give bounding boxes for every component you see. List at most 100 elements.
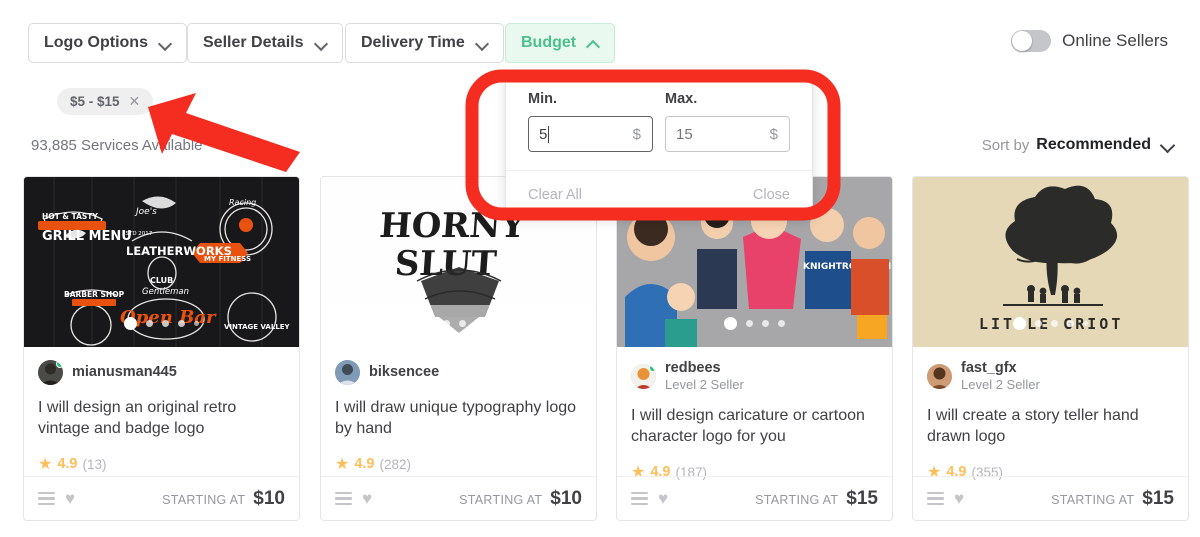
- starting-at-label: STARTING AT: [1051, 492, 1135, 507]
- svg-text:Joe's: Joe's: [134, 207, 157, 217]
- seller-name: mianusman445: [72, 364, 177, 381]
- carousel-dot-active[interactable]: [421, 317, 434, 330]
- gig-body: mianusman445 I will design an original r…: [24, 347, 299, 474]
- gig-thumbnail[interactable]: HOT & TASTY GRILL MENU Joe's LEATHERWORK…: [24, 177, 299, 347]
- rating-value: 4.9: [57, 456, 78, 473]
- online-status-dot: [56, 360, 63, 368]
- toggle-track[interactable]: [1011, 30, 1052, 52]
- currency-symbol: $: [769, 125, 778, 143]
- sort-by-value: Recommended: [1036, 136, 1151, 153]
- gig-rating: ★ 4.9 (282): [335, 454, 582, 474]
- carousel-dot[interactable]: [746, 320, 753, 327]
- seller-row[interactable]: mianusman445: [38, 360, 285, 385]
- toggle-knob: [1012, 31, 1033, 51]
- budget-max-label: Max.: [665, 91, 698, 107]
- applied-filter-chip-budget[interactable]: $5 - $15 ✕: [57, 88, 154, 115]
- gig-title[interactable]: I will draw unique typography logo by ha…: [335, 397, 582, 439]
- heart-icon[interactable]: ♥: [362, 490, 372, 507]
- svg-text:BARBER SHOP: BARBER SHOP: [64, 290, 125, 299]
- collect-list-icon[interactable]: [38, 492, 55, 505]
- seller-name: biksencee: [369, 364, 440, 381]
- carousel-dot-active[interactable]: [724, 317, 737, 330]
- carousel-dot[interactable]: [194, 321, 199, 326]
- collect-list-icon[interactable]: [631, 492, 648, 505]
- heart-icon[interactable]: ♥: [954, 490, 964, 507]
- svg-text:ESTD 2017: ESTD 2017: [122, 231, 153, 237]
- gig-rating: ★ 4.9 (13): [38, 454, 285, 474]
- budget-min-input[interactable]: 5 $: [528, 116, 653, 152]
- filter-budget-button[interactable]: Budget: [505, 23, 616, 63]
- seller-row[interactable]: redbees Level 2 Seller: [631, 360, 878, 393]
- gig-footer: ♥ STARTING AT $15: [913, 476, 1188, 520]
- svg-text:CLUB: CLUB: [150, 276, 173, 285]
- carousel-dot[interactable]: [146, 320, 153, 327]
- collect-list-icon[interactable]: [927, 492, 944, 505]
- avatar: [927, 363, 952, 389]
- filter-seller-details-button[interactable]: Seller Details: [187, 23, 343, 63]
- carousel-dots[interactable]: [24, 317, 299, 330]
- gig-card[interactable]: HOT & TASTY GRILL MENU Joe's LEATHERWORK…: [23, 176, 300, 521]
- carousel-dot[interactable]: [178, 320, 185, 327]
- carousel-dot[interactable]: [459, 320, 466, 327]
- carousel-dots[interactable]: [617, 317, 892, 330]
- gig-title[interactable]: I will design an original retro vintage …: [38, 397, 285, 439]
- online-sellers-toggle[interactable]: Online Sellers: [1011, 30, 1168, 52]
- filter-logo-options-button[interactable]: Logo Options: [28, 23, 187, 63]
- svg-text:HOT & TASTY: HOT & TASTY: [42, 212, 98, 221]
- carousel-dot[interactable]: [1051, 320, 1058, 327]
- starting-at-label: STARTING AT: [459, 492, 543, 507]
- filter-delivery-time-button[interactable]: Delivery Time: [345, 23, 504, 63]
- gig-card[interactable]: KNIGHTROSTEAM redbees Level 2 Seller I w…: [616, 176, 893, 521]
- heart-icon[interactable]: ♥: [658, 490, 668, 507]
- carousel-dots[interactable]: [321, 317, 596, 330]
- gig-thumbnail[interactable]: LITTLE GRIOT: [913, 177, 1188, 347]
- close-button[interactable]: Close: [753, 187, 790, 203]
- gig-price: $10: [550, 487, 582, 509]
- budget-min-label: Min.: [528, 91, 557, 107]
- budget-max-field: Max. 15 $: [665, 91, 790, 152]
- carousel-dot[interactable]: [1083, 321, 1088, 326]
- gig-card[interactable]: HORNY SLUT biksencee I will draw unique …: [320, 176, 597, 521]
- svg-text:Gentleman: Gentleman: [142, 287, 189, 297]
- budget-max-value: 15: [676, 125, 693, 143]
- collect-list-icon[interactable]: [335, 492, 352, 505]
- gig-card[interactable]: LITTLE GRIOT fast_gfx Lev: [912, 176, 1189, 521]
- gig-body: biksencee I will draw unique typography …: [321, 347, 596, 474]
- carousel-dot[interactable]: [443, 320, 450, 327]
- gig-price: $10: [253, 487, 285, 509]
- carousel-dot-active[interactable]: [124, 317, 137, 330]
- budget-min-value: 5: [539, 125, 548, 143]
- seller-row[interactable]: fast_gfx Level 2 Seller: [927, 360, 1174, 393]
- starting-at-label: STARTING AT: [755, 492, 839, 507]
- budget-max-input[interactable]: 15 $: [665, 116, 790, 152]
- rating-count: (282): [379, 456, 412, 472]
- chevron-down-icon: [316, 38, 327, 49]
- budget-dropdown-panel[interactable]: Min. 5 $ Max. 15 $ Clear All Close: [505, 74, 813, 219]
- star-icon: ★: [38, 456, 53, 474]
- sort-by-control[interactable]: Sort by Recommended: [982, 136, 1174, 154]
- carousel-dot[interactable]: [778, 320, 785, 327]
- carousel-dot[interactable]: [162, 320, 169, 327]
- carousel-dot[interactable]: [1067, 320, 1074, 327]
- carousel-dot[interactable]: [762, 320, 769, 327]
- online-status-dot: [649, 363, 656, 372]
- gig-body: fast_gfx Level 2 Seller I will create a …: [913, 347, 1188, 482]
- filter-button-label: Logo Options: [44, 34, 148, 51]
- carousel-dot[interactable]: [1035, 320, 1042, 327]
- seller-level: Level 2 Seller: [665, 376, 744, 392]
- chevron-up-icon: [588, 38, 599, 49]
- seller-row[interactable]: biksencee: [335, 360, 582, 385]
- seller-level: Level 2 Seller: [961, 376, 1040, 392]
- clear-all-button[interactable]: Clear All: [528, 187, 582, 203]
- budget-dropdown-footer: Clear All Close: [506, 170, 812, 218]
- carousel-dot[interactable]: [491, 321, 496, 326]
- carousel-dot-active[interactable]: [1013, 317, 1026, 330]
- carousel-dots[interactable]: [913, 317, 1188, 330]
- results-grid: HOT & TASTY GRILL MENU Joe's LEATHERWORK…: [0, 176, 1200, 526]
- gig-title[interactable]: I will create a story teller hand drawn …: [927, 405, 1174, 447]
- gig-title[interactable]: I will design caricature or cartoon char…: [631, 405, 878, 447]
- close-icon[interactable]: ✕: [129, 93, 141, 110]
- carousel-dot[interactable]: [475, 320, 482, 327]
- heart-icon[interactable]: ♥: [65, 490, 75, 507]
- avatar: [38, 360, 63, 385]
